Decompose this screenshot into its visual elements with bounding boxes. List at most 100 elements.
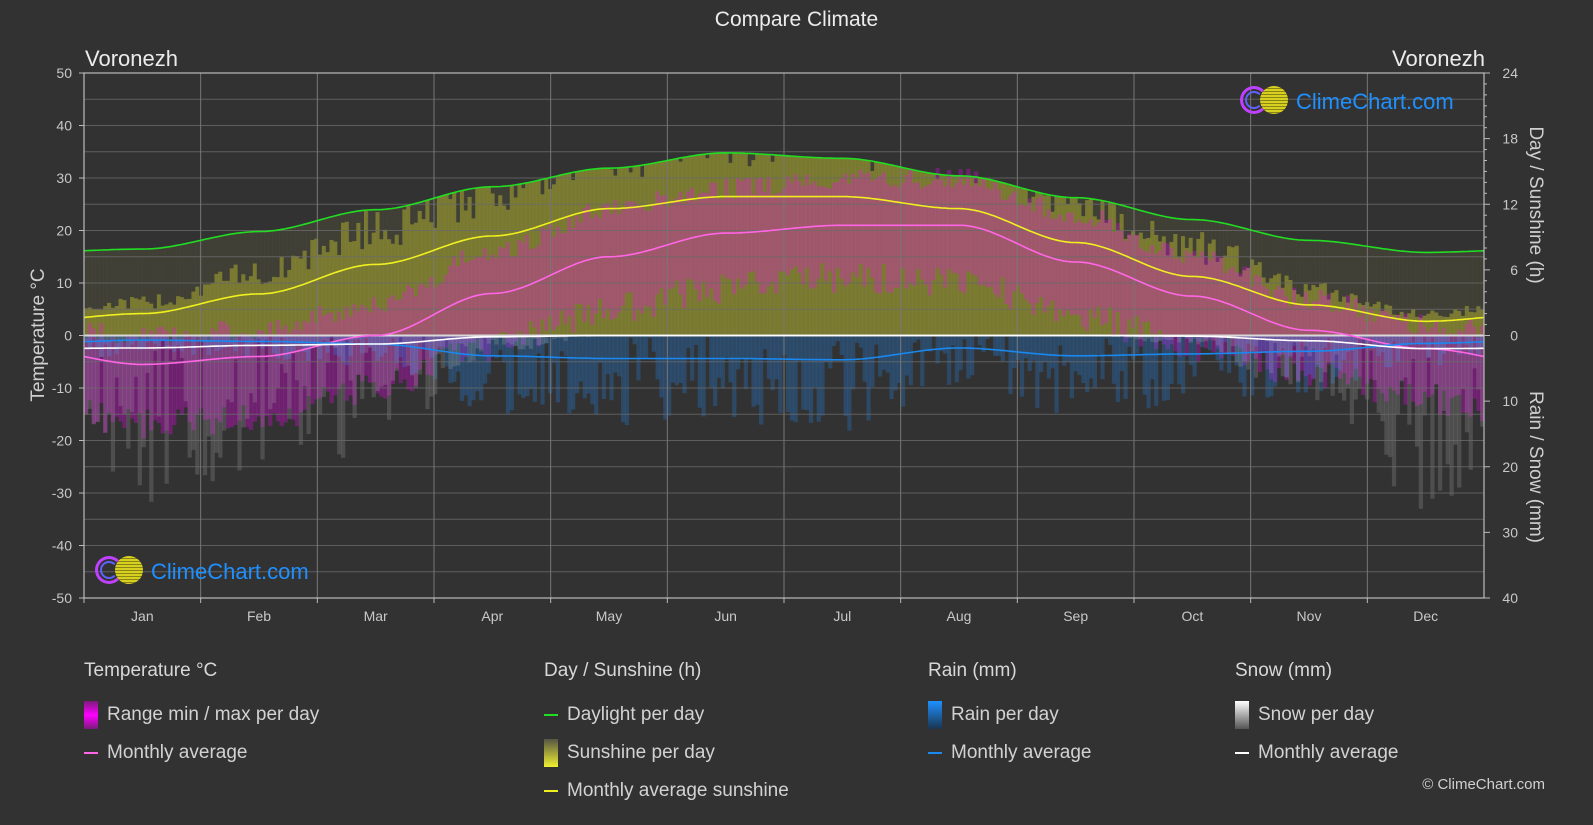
- brand-text: ClimeChart.com: [1296, 89, 1454, 114]
- legend-title: Temperature °C: [84, 660, 218, 681]
- sunshine-bar: [110, 307, 116, 336]
- rain-bar: [605, 335, 610, 374]
- temperature-range-bar: [1023, 206, 1028, 300]
- left-tick-label: 40: [56, 118, 72, 134]
- snow-bar: [126, 335, 131, 449]
- snow-bar: [1280, 335, 1285, 377]
- sunshine-bar: [202, 284, 208, 336]
- brand-logo-bottom[interactable]: ClimeChart.com: [95, 556, 309, 588]
- snow-bar: [1288, 335, 1293, 385]
- brand-logo-top[interactable]: ClimeChart.com: [1240, 86, 1454, 118]
- left-tick-label: -10: [52, 380, 72, 396]
- rain-bar: [1169, 335, 1174, 384]
- rain-bar: [1062, 335, 1067, 366]
- temperature-range-bar: [977, 185, 982, 286]
- right-bottom-tick-label: 30: [1502, 524, 1518, 540]
- rain-bar: [743, 335, 748, 390]
- right-top-tick-label: 24: [1502, 65, 1518, 81]
- temperature-range-bar: [536, 245, 541, 347]
- temperature-range-bar: [831, 182, 837, 293]
- snow-bar: [425, 335, 430, 410]
- rain-bar: [682, 335, 687, 394]
- temperature-range-bar: [858, 170, 864, 264]
- snow-bar: [114, 335, 119, 378]
- temperature-range-bar: [785, 176, 791, 276]
- rain-bar: [770, 335, 775, 391]
- snow-bar: [1464, 335, 1470, 433]
- snow-bar: [218, 335, 223, 458]
- snow-bar: [471, 335, 476, 361]
- rain-bar: [482, 335, 488, 384]
- left-axis-title: Temperature °C: [28, 268, 49, 401]
- snow-bar: [206, 335, 211, 437]
- snow-bar: [99, 335, 104, 357]
- temperature-range-bar: [1008, 195, 1013, 310]
- snow-bar: [1476, 335, 1481, 390]
- temperature-range-bar: [720, 198, 725, 275]
- snow-bar: [1319, 335, 1324, 383]
- rain-bar: [805, 335, 810, 411]
- sunshine-bar: [126, 308, 131, 336]
- sunshine-bar: [103, 306, 108, 336]
- temperature-range-bar: [1004, 199, 1009, 305]
- snow-bar: [1468, 335, 1473, 470]
- legend-item: Range min / max per day: [84, 696, 319, 734]
- rain-bar: [582, 335, 587, 399]
- left-tick-label: 30: [56, 170, 72, 186]
- temperature-range-bar: [801, 186, 806, 285]
- rain-bar: [655, 335, 660, 380]
- temperature-range-bar: [924, 185, 929, 285]
- copyright[interactable]: © ClimeChart.com: [1422, 776, 1545, 793]
- rain-bar: [586, 335, 591, 394]
- rain-bar: [759, 335, 764, 425]
- temperature-range-bar: [1150, 245, 1155, 334]
- temperature-range-bar: [716, 198, 722, 304]
- rain-bar: [571, 335, 576, 410]
- rain-bar: [854, 335, 860, 343]
- snow-bar: [1399, 335, 1404, 382]
- snow-bar: [137, 335, 142, 486]
- right-bottom-axis-title: Rain / Snow (mm): [1525, 391, 1546, 543]
- snow-bar: [360, 335, 365, 399]
- rain-bar: [789, 335, 794, 421]
- rain-bar: [828, 335, 833, 369]
- sunshine-bar: [95, 309, 100, 336]
- temperature-range-bar: [1050, 219, 1055, 301]
- rain-bar: [567, 335, 572, 414]
- rain-bar: [1096, 335, 1101, 354]
- snow-bar: [248, 335, 254, 394]
- snow-bar: [337, 335, 342, 455]
- snow-bar: [521, 335, 526, 350]
- legend-label: Monthly average: [1258, 742, 1399, 763]
- sunshine-bar: [187, 298, 192, 336]
- rain-bar: [1119, 335, 1124, 371]
- x-tick-label: Mar: [364, 608, 388, 624]
- sunshine-swatch-icon: [544, 739, 558, 767]
- legend-item: Monthly average: [84, 734, 319, 772]
- sunshine-bar: [107, 302, 112, 336]
- temperature-range-bar: [874, 178, 879, 293]
- rain-bar: [686, 335, 691, 349]
- x-tick-label: Oct: [1181, 608, 1203, 624]
- snow-bar: [390, 335, 396, 381]
- rain-bar: [747, 335, 752, 359]
- rain-bar: [1073, 335, 1078, 372]
- sunshine-bar: [279, 256, 284, 336]
- rain-bar: [1142, 335, 1147, 395]
- temperature-range-bar: [762, 191, 768, 294]
- temperature-range-bar: [985, 187, 990, 288]
- rain-bar: [858, 335, 864, 348]
- rain-bar: [1088, 335, 1094, 379]
- climechart-logo-icon: [95, 556, 147, 588]
- sunshine-avg-line-icon: [544, 790, 558, 792]
- temperature-range-bar: [954, 182, 959, 274]
- sunshine-bar: [1453, 309, 1458, 336]
- temperature-range-bar: [1027, 198, 1032, 304]
- sunshine-bar: [252, 263, 258, 336]
- sunshine-bar: [1449, 313, 1454, 336]
- rain-bar: [574, 335, 580, 394]
- temperature-range-bar: [571, 227, 576, 333]
- rain-bar: [966, 335, 971, 379]
- rain-bar: [1165, 335, 1170, 401]
- snow-bar: [1334, 335, 1339, 355]
